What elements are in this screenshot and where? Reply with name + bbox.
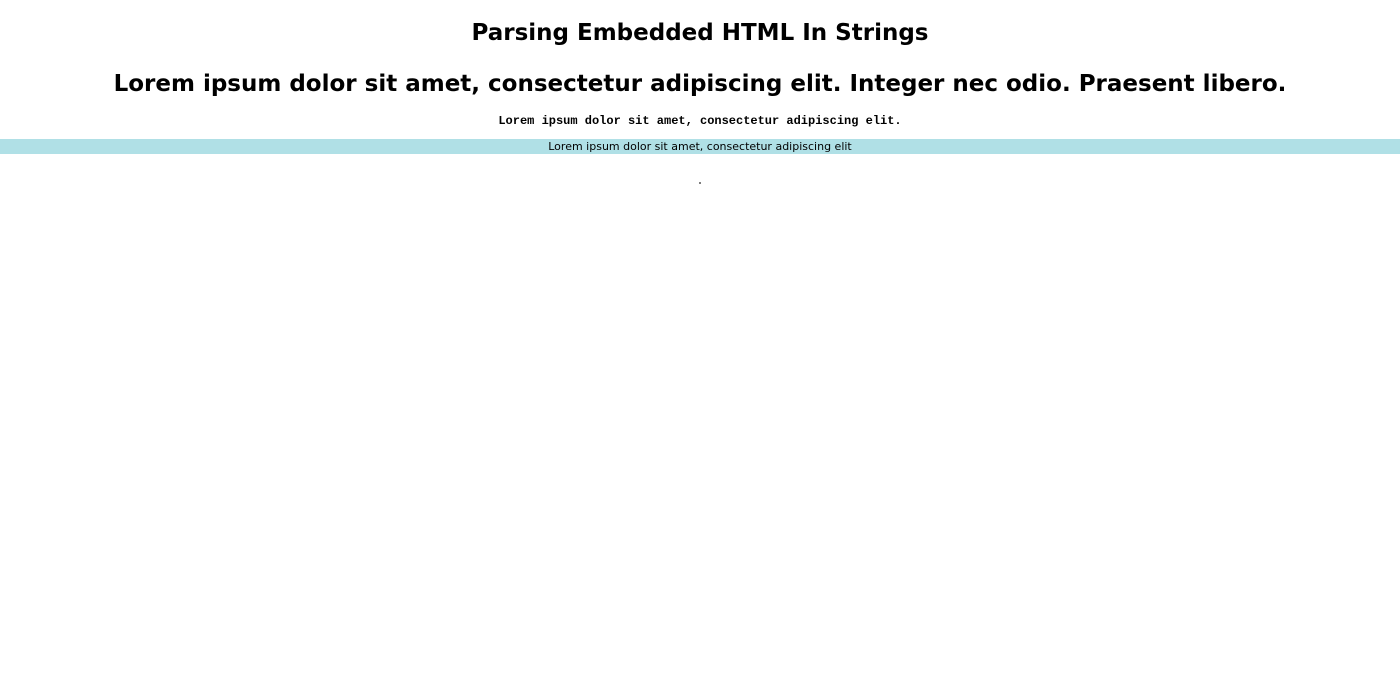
page-container: Parsing Embedded HTML In Strings Lorem i… <box>0 0 1400 699</box>
dot-marker <box>699 182 701 184</box>
page-title: Parsing Embedded HTML In Strings <box>471 20 929 46</box>
highlight-banner: Lorem ipsum dolor sit amet, consectetur … <box>0 139 1400 154</box>
monospace-text: Lorem ipsum dolor sit amet, consectetur … <box>498 114 902 128</box>
lorem-heading: Lorem ipsum dolor sit amet, consectetur … <box>113 71 1287 97</box>
banner-text: Lorem ipsum dolor sit amet, consectetur … <box>548 140 852 153</box>
